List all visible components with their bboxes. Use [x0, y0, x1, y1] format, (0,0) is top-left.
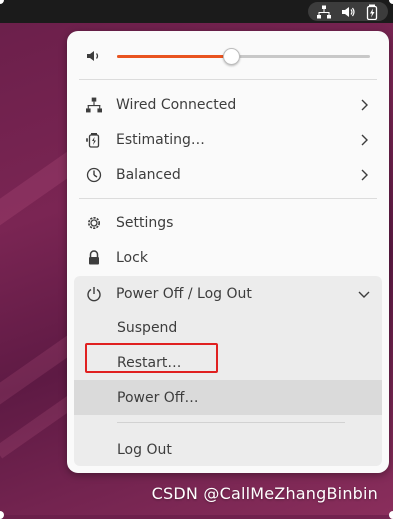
- menu-item-label: Lock: [116, 249, 148, 266]
- system-tray[interactable]: [308, 2, 388, 21]
- volume-icon: [341, 5, 355, 19]
- menu-item-lock[interactable]: Lock: [74, 240, 382, 275]
- menu-item-power-mode[interactable]: Balanced: [74, 157, 382, 192]
- menu-item-label: Balanced: [116, 166, 181, 183]
- top-bar: [0, 0, 393, 23]
- lock-icon: [85, 249, 103, 267]
- network-wired-icon: [85, 96, 103, 114]
- submenu-item-label: Power Off…: [117, 389, 199, 406]
- volume-slider-fill: [117, 55, 231, 58]
- menu-item-label: Settings: [116, 214, 174, 231]
- power-mode-icon: [85, 166, 103, 184]
- corner-marker: [0, 511, 4, 519]
- submenu-item-label: Log Out: [117, 441, 172, 458]
- chevron-right-icon: [358, 134, 370, 146]
- annotation-highlight-box: [85, 343, 218, 373]
- menu-item-battery[interactable]: Estimating…: [74, 122, 382, 157]
- separator: [117, 422, 345, 423]
- menu-item-power-off-log-out[interactable]: Power Off / Log Out: [74, 276, 382, 311]
- submenu-item-log-out[interactable]: Log Out: [74, 432, 382, 467]
- wallpaper-streak: [0, 395, 76, 459]
- menu-item-wired[interactable]: Wired Connected: [74, 87, 382, 122]
- chevron-right-icon: [358, 169, 370, 181]
- volume-icon: [86, 48, 102, 64]
- battery-icon: [85, 131, 103, 149]
- separator: [79, 79, 377, 80]
- chevron-right-icon: [358, 99, 370, 111]
- volume-slider[interactable]: [117, 48, 370, 65]
- battery-charging-icon: [365, 4, 379, 20]
- quick-settings-panel: Wired Connected Estimating… Balanced Set…: [67, 31, 389, 473]
- power-icon: [85, 285, 103, 303]
- gear-icon: [85, 214, 103, 232]
- menu-item-label: Estimating…: [116, 131, 205, 148]
- separator: [79, 198, 377, 199]
- volume-row: [67, 39, 389, 73]
- watermark: CSDN @CallMeZhangBinbin: [151, 484, 378, 503]
- menu-item-label: Power Off / Log Out: [116, 285, 252, 302]
- menu-item-label: Wired Connected: [116, 96, 237, 113]
- menu-item-settings[interactable]: Settings: [74, 205, 382, 240]
- submenu-item-power-off[interactable]: Power Off…: [74, 380, 382, 415]
- submenu-item-suspend[interactable]: Suspend: [74, 310, 382, 345]
- volume-slider-knob[interactable]: [222, 48, 240, 65]
- submenu-item-label: Suspend: [117, 319, 178, 336]
- network-wired-icon: [317, 5, 331, 19]
- chevron-down-icon: [358, 288, 370, 300]
- corner-marker: [389, 511, 393, 519]
